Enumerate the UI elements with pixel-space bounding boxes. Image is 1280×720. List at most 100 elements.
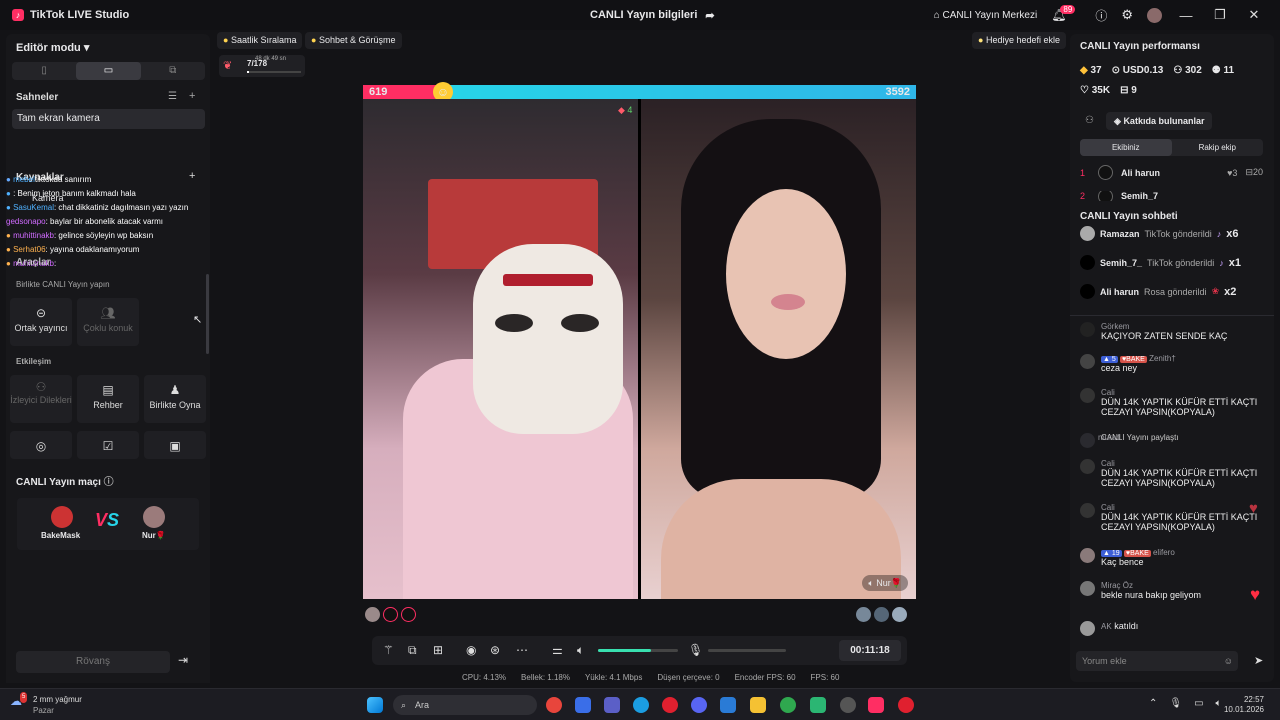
chat-message[interactable]: Cali DÜN 14K YAPTIK KÜFÜR ETTİ KAÇTI CEZ… xyxy=(1080,503,1270,532)
chat-message[interactable]: Görkem KAÇIYOR ZATEN SENDE KAÇ xyxy=(1080,322,1270,341)
chat-message[interactable]: Miraç Öz bekle nura bakıp geliyom xyxy=(1080,581,1270,600)
tool-tile[interactable]: ☑ xyxy=(77,431,139,459)
avatar[interactable] xyxy=(383,607,398,622)
youtube-icon[interactable] xyxy=(898,697,914,713)
add-media-icon[interactable]: ⊞ xyxy=(433,643,443,657)
speaker-icon[interactable]: 🔈︎ xyxy=(577,643,584,658)
chat-message[interactable]: CANLI Yayını paylaştı murad xyxy=(1080,433,1270,448)
opera-icon[interactable] xyxy=(662,697,678,713)
discord-icon[interactable] xyxy=(691,697,707,713)
microphone-icon[interactable]: 🎙︎ xyxy=(688,643,703,657)
rank-name: Semih_7 xyxy=(1121,191,1159,201)
editor-mode-dropdown[interactable]: Editör modu ▾ xyxy=(16,41,89,54)
chrome-icon[interactable] xyxy=(546,697,562,713)
sliders-icon[interactable]: ⚌ xyxy=(552,643,563,657)
app-icon[interactable] xyxy=(575,697,591,713)
gift-sender: Ali harun xyxy=(1100,286,1140,297)
viewer-wishes-tile[interactable]: ⚇ İzleyici Dilekleri xyxy=(10,375,72,423)
exit-icon[interactable]: ⇥ xyxy=(178,653,188,667)
send-icon[interactable]: ➤ xyxy=(1254,654,1263,667)
folder-icon[interactable] xyxy=(750,697,766,713)
chat-message[interactable]: AK katıldı xyxy=(1080,621,1270,636)
avatar[interactable] xyxy=(365,607,380,622)
portrait-layout-icon[interactable]: ▯ xyxy=(12,62,76,80)
record-icon[interactable]: ◉ xyxy=(466,643,476,657)
play-together-tile[interactable]: ♟ Birlikte Oyna xyxy=(144,375,206,423)
live-info-button[interactable]: CANLI Yayın bilgileri ➦ xyxy=(590,9,715,22)
teams-icon[interactable] xyxy=(604,697,620,713)
effects-icon[interactable]: ⧉ xyxy=(408,643,417,658)
tool-tile[interactable]: ▣ xyxy=(144,431,206,459)
rematch-button[interactable]: Rövanş xyxy=(16,651,170,673)
mail-icon[interactable] xyxy=(720,697,736,713)
user-settings-icon[interactable]: ⚇ xyxy=(1085,115,1094,126)
guide-tile[interactable]: ▤ Rehber xyxy=(77,375,139,423)
hourly-ranking-pill[interactable]: ● Saatlik Sıralama xyxy=(217,32,303,49)
cohost-tile[interactable]: ⊝ Ortak yayıncı xyxy=(10,298,72,346)
gift-goal-pill[interactable]: ● Hediye hedefi ekle xyxy=(972,32,1067,49)
gear-icon[interactable]: ⚙ xyxy=(1121,7,1133,23)
edge-icon[interactable] xyxy=(633,697,649,713)
chat-message[interactable]: Cali DÜN 14K YAPTIK KÜFÜR ETTİ KAÇTI CEZ… xyxy=(1080,459,1270,488)
score-right: 3592 xyxy=(441,85,916,99)
close-button[interactable]: ✕ xyxy=(1244,7,1264,23)
minimize-button[interactable]: — xyxy=(1176,8,1196,23)
dual-layout-icon[interactable]: ⧉ xyxy=(141,62,205,80)
multi-guest-tile[interactable]: 👥︎ Çoklu konuk xyxy=(77,298,139,346)
player2-name: Nur🌹 xyxy=(142,531,166,540)
chevron-up-icon[interactable]: ⌃ xyxy=(1149,698,1157,709)
mute-icon[interactable]: 🔈︎ xyxy=(868,578,873,588)
scene-item[interactable]: Tam ekran kamera xyxy=(12,109,205,129)
avatar[interactable] xyxy=(892,607,907,622)
chat-call-pill[interactable]: ● Sohbet & Görüşme xyxy=(305,32,402,49)
app-icon[interactable] xyxy=(810,697,826,713)
scenes-title: Sahneler xyxy=(16,92,59,103)
more-icon[interactable]: ⋯ xyxy=(516,643,528,657)
monitor-icon[interactable]: ▭ xyxy=(1194,698,1203,709)
app-icon[interactable] xyxy=(840,697,856,713)
speaker-icon[interactable]: 🔈︎ xyxy=(1216,698,1222,709)
camera-switch-icon[interactable]: ⊛ xyxy=(490,643,500,657)
tab-your-team[interactable]: Ekibiniz xyxy=(1080,139,1172,156)
maximize-button[interactable]: ❐ xyxy=(1210,7,1230,23)
live-center-button[interactable]: ⌂ CANLI Yayın Merkezi xyxy=(934,10,1038,21)
emoji-icon[interactable]: ☺ xyxy=(1224,651,1233,671)
tab-rival-team[interactable]: Rakip ekip xyxy=(1172,139,1264,156)
avatar[interactable] xyxy=(1147,7,1162,23)
tiktok-live-icon[interactable] xyxy=(868,697,884,713)
chrome-icon[interactable] xyxy=(780,697,796,713)
taskbar-search[interactable]: ⌕ Ara xyxy=(393,695,537,715)
avatar[interactable] xyxy=(874,607,889,622)
mic-slider[interactable] xyxy=(708,649,786,652)
help-icon[interactable]: ⓘ xyxy=(104,477,114,488)
weather-widget[interactable]: ☁ 5 2 mm yağmur Pazar xyxy=(10,692,82,716)
chat-message[interactable]: ▲ 19 ♥BAKE elifero Kaç bence xyxy=(1080,548,1270,567)
match-card[interactable]: BakeMask VS Nur🌹 xyxy=(17,498,199,550)
avatar[interactable] xyxy=(856,607,871,622)
comment-input[interactable]: Yorum ekle ☺ xyxy=(1076,651,1238,671)
goal-widget[interactable]: ❦ 7/178 48 dk 49 sn xyxy=(219,55,305,77)
microphone-icon[interactable]: 🎙︎ xyxy=(1169,698,1182,709)
help-icon[interactable]: ⓘ xyxy=(1095,7,1107,24)
scrollbar[interactable] xyxy=(206,274,209,354)
windows-start-icon[interactable] xyxy=(367,697,383,713)
chat-message[interactable]: ▲ 5 ♥BAKE Zenith† ceza ney xyxy=(1080,354,1270,373)
ranking-row[interactable]: 1 Ali harun ♥3 ⊟20 xyxy=(1080,165,1263,180)
chat-message[interactable]: Cali DÜN 14K YAPTIK KÜFÜR ETTİ KAÇTI CEZ… xyxy=(1080,388,1270,417)
weather-text: 2 mm yağmur xyxy=(33,695,82,704)
clock[interactable]: 22:57 10.01.2026 xyxy=(1224,695,1264,715)
volume-slider[interactable] xyxy=(598,649,678,652)
list-icon[interactable]: ☰ xyxy=(168,91,177,102)
ranking-row[interactable]: 2 Semih_7 xyxy=(1080,191,1263,201)
bell-icon[interactable]: 🔔︎89 xyxy=(1051,5,1081,22)
add-scene-icon[interactable]: + xyxy=(189,90,195,102)
tool-tile[interactable]: ◎ xyxy=(10,431,72,459)
stream-preview[interactable]: 619 3592 ☺ ◆ 4 🔈︎ Nur🌹 xyxy=(363,82,916,599)
fps-stat: FPS: 60 xyxy=(810,673,840,682)
match-title: CANLI Yayın maçı ⓘ xyxy=(16,477,114,488)
landscape-layout-icon[interactable]: ▭ xyxy=(76,62,141,80)
contributors-button[interactable]: ◈ Katkıda bulunanlar xyxy=(1106,112,1213,130)
magic-wand-icon[interactable]: ⚚ xyxy=(383,643,394,657)
avatar[interactable] xyxy=(401,607,416,622)
volume-fill xyxy=(598,649,651,652)
